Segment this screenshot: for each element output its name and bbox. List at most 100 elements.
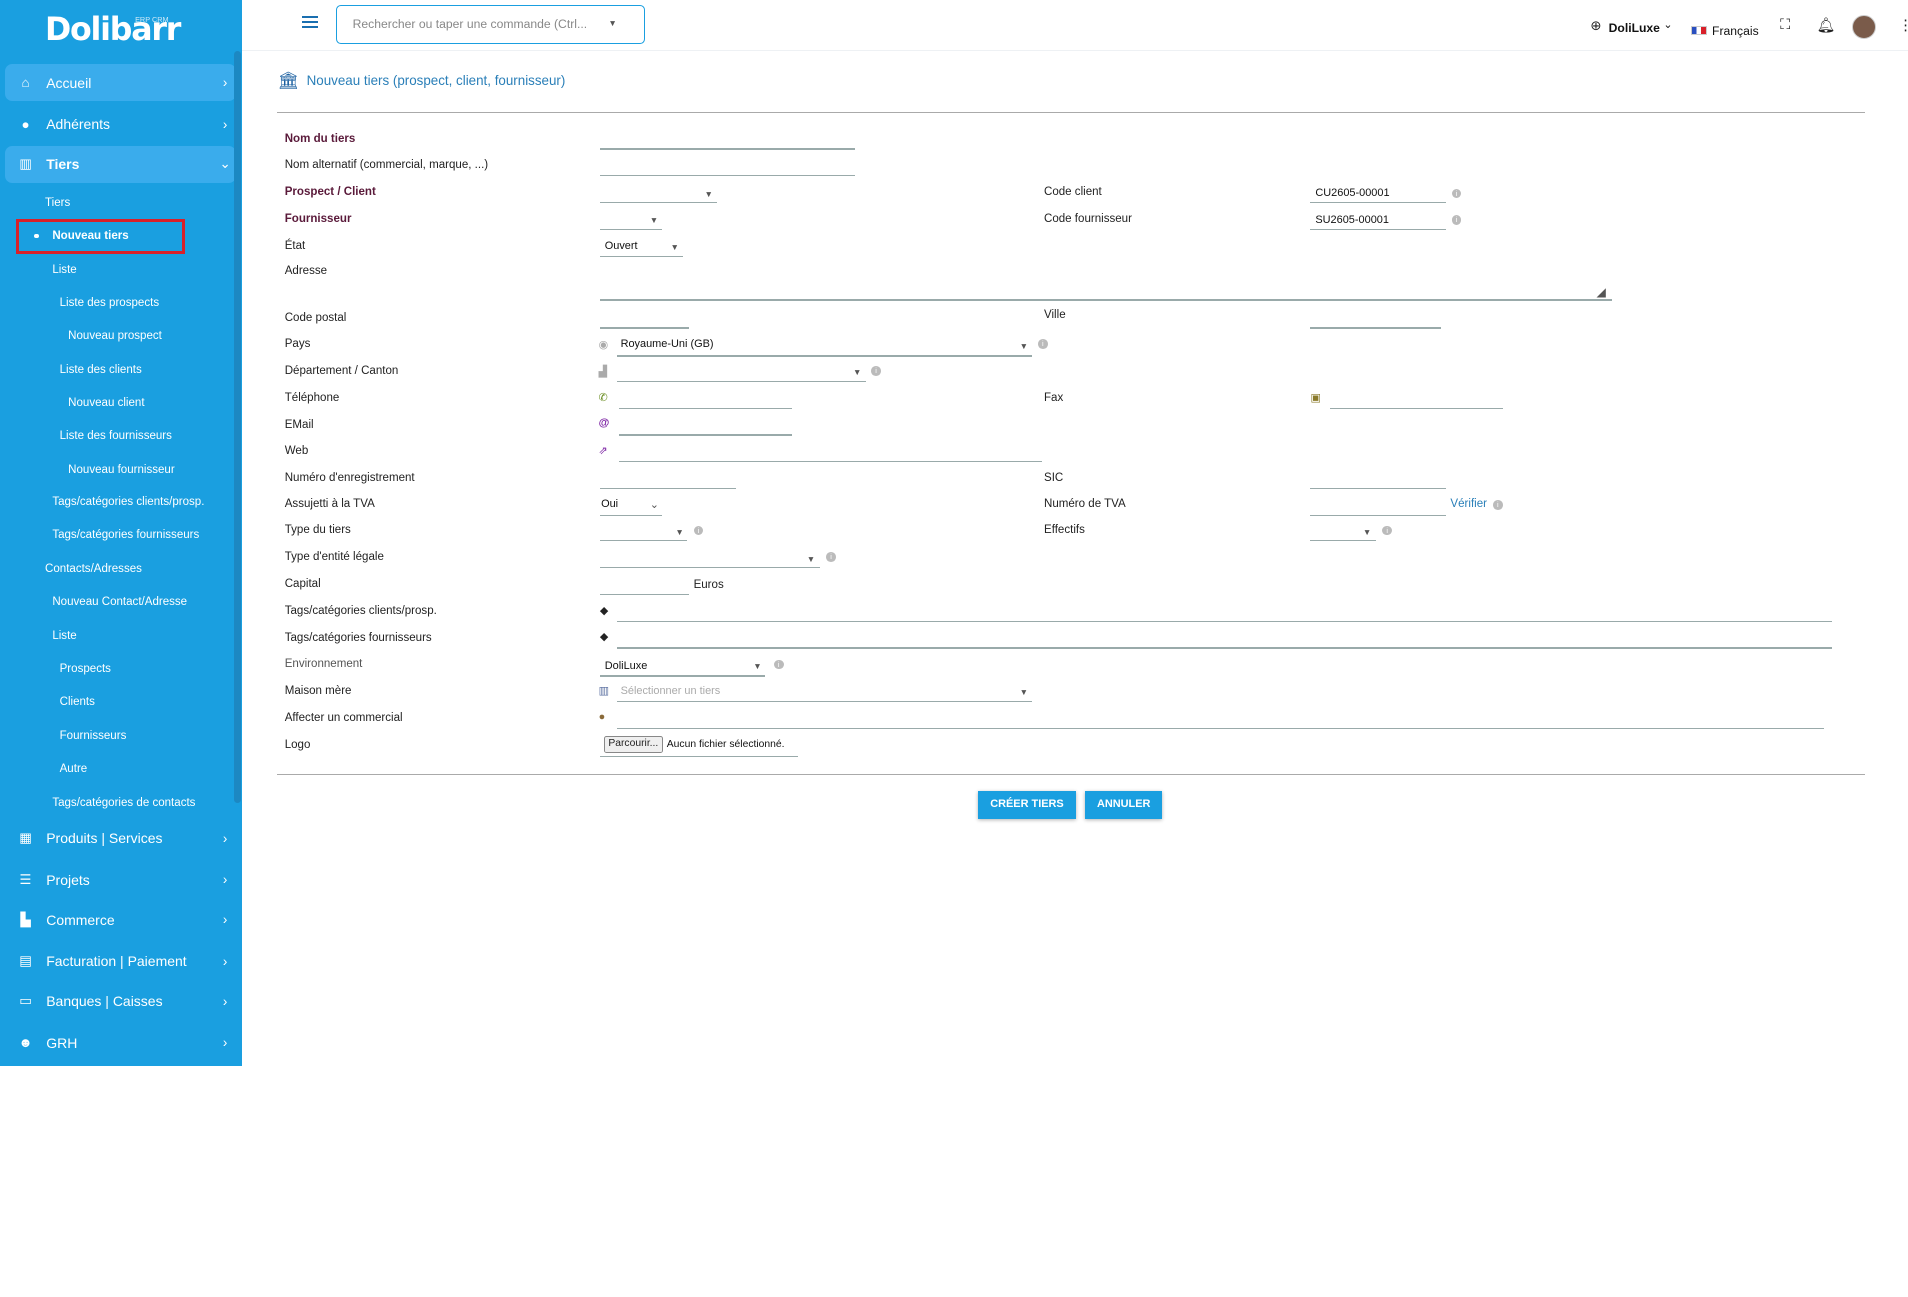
chevron-down-icon: ⌄	[1663, 19, 1673, 32]
hamburger-menu-icon[interactable]	[301, 15, 318, 29]
sub-liste-prospects[interactable]: Liste des prospects	[60, 297, 160, 309]
type-entite-select[interactable]	[599, 567, 821, 569]
sub-tags-fournisseurs[interactable]: Tags/catégories fournisseurs	[52, 529, 199, 541]
prospect-client-select[interactable]	[599, 201, 717, 204]
email-input[interactable]	[619, 434, 793, 436]
label-telephone: Téléphone	[284, 391, 340, 404]
search-input[interactable]: Rechercher ou taper une commande (Ctrl..…	[335, 4, 645, 44]
sub-nouveau-client[interactable]: Nouveau client	[68, 397, 144, 409]
sub-tiers[interactable]: Tiers	[45, 197, 70, 209]
more-vertical-icon[interactable]: ⋮	[1898, 17, 1908, 34]
sub-liste-fournisseurs[interactable]: Liste des fournisseurs	[60, 430, 172, 442]
info-icon: i	[773, 659, 784, 670]
label-ville: Ville	[1044, 309, 1066, 322]
menu-accueil[interactable]: ⌂ Accueil ›	[4, 64, 237, 101]
pays-select[interactable]: Royaume-Uni (GB)	[621, 338, 714, 350]
web-input[interactable]	[619, 461, 1042, 463]
menu-adherents[interactable]: ● Adhérents ›	[5, 106, 236, 143]
sub-nouveau-fournisseur[interactable]: Nouveau fournisseur	[68, 464, 175, 476]
chevron-right-icon: ›	[222, 993, 228, 1009]
sub-nouveau-contact[interactable]: Nouveau Contact/Adresse	[52, 596, 187, 608]
sidebar: Dolibarr ERP CRM ⌂ Accueil › ● Adhérents…	[0, 0, 243, 1066]
etat-select[interactable]: Ouvert	[605, 240, 638, 252]
sub-nouveau-prospect[interactable]: Nouveau prospect	[68, 330, 162, 342]
code-postal-input[interactable]	[599, 327, 689, 329]
code-client-input[interactable]: CU2605-00001	[1315, 187, 1389, 199]
menu-banques[interactable]: ▭ Banques | Caisses ›	[5, 983, 236, 1020]
effectifs-select[interactable]	[1310, 540, 1377, 542]
capital-input[interactable]	[599, 593, 689, 595]
sub-contacts-adresses[interactable]: Contacts/Adresses	[45, 563, 142, 575]
environnement-select[interactable]: DoliLuxe	[605, 660, 648, 672]
file-status: Aucun fichier sélectionné.	[666, 738, 785, 750]
home-icon: ⌂	[21, 75, 30, 91]
departement-select[interactable]	[616, 380, 867, 383]
sub-autre[interactable]: Autre	[60, 763, 88, 775]
commercial-select[interactable]	[616, 727, 1824, 729]
sub-tags-contacts[interactable]: Tags/catégories de contacts	[52, 797, 195, 809]
tags-clients-select[interactable]	[616, 620, 1833, 622]
company-selector[interactable]: DoliLuxe	[1609, 21, 1660, 35]
chevron-right-icon: ›	[222, 830, 228, 846]
verifier-link[interactable]: Vérifier	[1450, 498, 1487, 510]
sub-tags-clients[interactable]: Tags/catégories clients/prosp.	[52, 496, 204, 508]
chevron-down-icon: ⌄	[649, 498, 659, 511]
cancel-button[interactable]: ANNULER	[1085, 790, 1163, 819]
sub-clients[interactable]: Clients	[60, 696, 95, 708]
create-tiers-button[interactable]: CRÉER TIERS	[978, 790, 1076, 819]
code-fournisseur-input[interactable]: SU2605-00001	[1315, 214, 1389, 226]
sub-liste-contacts[interactable]: Liste	[52, 630, 76, 642]
sub-nouveau-tiers[interactable]: Nouveau tiers	[52, 230, 128, 242]
type-tiers-select[interactable]	[599, 540, 688, 542]
fullscreen-icon[interactable]: ⛶	[1780, 17, 1790, 33]
browse-file-button[interactable]: Parcourir...	[603, 736, 664, 754]
bell-icon[interactable]: 🔔︎	[1817, 16, 1836, 34]
fournisseur-select[interactable]	[599, 228, 662, 230]
sub-liste-clients[interactable]: Liste des clients	[60, 364, 142, 376]
menu-projets[interactable]: ☰ Projets ›	[5, 861, 236, 898]
label-logo: Logo	[284, 738, 311, 751]
num-tva-input[interactable]	[1310, 514, 1446, 516]
nom-alt-input[interactable]	[599, 175, 856, 177]
menu-accueil-label: Accueil	[46, 74, 92, 91]
tags-fournisseurs-select[interactable]	[616, 647, 1833, 649]
label-prospect-client: Prospect / Client	[284, 186, 376, 199]
num-enreg-input[interactable]	[599, 487, 737, 490]
label-code-postal: Code postal	[284, 311, 347, 324]
avatar[interactable]	[1851, 14, 1877, 39]
tag-icon: ◆	[599, 604, 609, 617]
menu-produits-label: Produits | Services	[46, 830, 163, 847]
sub-prospects[interactable]: Prospects	[60, 663, 111, 675]
language-selector[interactable]: Français	[1712, 24, 1759, 38]
etat-underline	[599, 255, 683, 257]
label-capital: Capital	[284, 577, 321, 590]
info-icon: i	[1037, 339, 1048, 350]
chevron-down-icon: ▼	[1019, 687, 1029, 698]
fax-input[interactable]	[1329, 407, 1503, 409]
telephone-input[interactable]	[619, 407, 793, 409]
sidebar-scrollbar[interactable]	[233, 51, 241, 804]
maison-mere-underline	[616, 700, 1032, 703]
menu-tiers[interactable]: ▥ Tiers ⌄	[4, 146, 237, 183]
chevron-right-icon: ›	[222, 1035, 228, 1051]
adresse-textarea[interactable]	[599, 299, 1613, 301]
ville-input[interactable]	[1310, 327, 1441, 329]
chevron-down-icon: ▼	[1362, 526, 1372, 537]
menu-facturation[interactable]: ▤ Facturation | Paiement ›	[5, 943, 236, 980]
menu-produits[interactable]: ▦ Produits | Services ›	[5, 820, 236, 857]
assujetti-tva-select[interactable]: Oui	[601, 498, 618, 510]
info-icon: i	[826, 552, 836, 563]
nom-input[interactable]	[599, 148, 856, 150]
sub-liste[interactable]: Liste	[52, 264, 76, 276]
menu-commerce[interactable]: ▙ Commerce ›	[5, 902, 236, 939]
flag-fr-icon	[1691, 25, 1708, 36]
sub-fournisseurs[interactable]: Fournisseurs	[60, 730, 127, 742]
menu-grh[interactable]: ☻ GRH ›	[5, 1025, 236, 1062]
maison-mere-select[interactable]: Sélectionner un tiers	[621, 685, 721, 697]
label-assujetti-tva: Assujetti à la TVA	[284, 497, 375, 510]
info-icon: i	[1451, 188, 1462, 199]
resize-handle-icon[interactable]: ◢	[1596, 285, 1605, 299]
sic-input[interactable]	[1310, 487, 1446, 490]
divider	[277, 111, 1866, 114]
globe-icon: ⊕	[1590, 18, 1602, 34]
